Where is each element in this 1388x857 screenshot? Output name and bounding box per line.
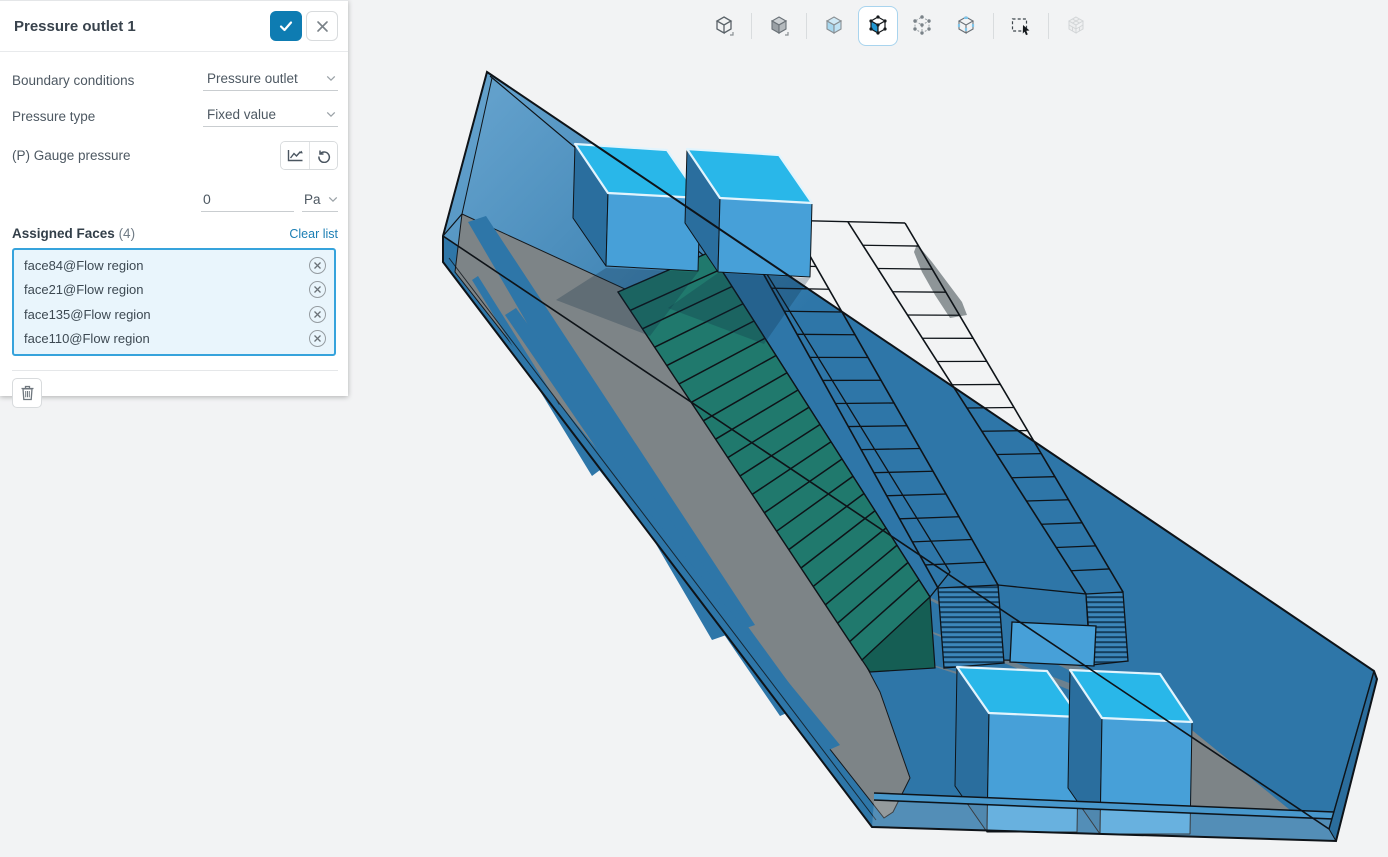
value-mode-buttons <box>280 141 338 170</box>
boundary-conditions-select[interactable]: Pressure outlet <box>203 69 338 91</box>
panel-header: Pressure outlet 1 <box>0 1 348 52</box>
field-label: Boundary conditions <box>12 73 134 88</box>
toolbar-separator <box>993 13 994 39</box>
delete-button[interactable] <box>12 378 42 408</box>
channel-end-faces <box>938 585 1128 668</box>
toolbar-separator <box>806 13 807 39</box>
table-input-button[interactable] <box>281 142 309 169</box>
remove-x-icon <box>313 334 322 343</box>
check-icon <box>278 18 294 34</box>
chart-line-icon <box>287 148 304 163</box>
mesh-cube-icon <box>1064 14 1088 38</box>
face-list-item: face21@Flow region <box>14 278 334 303</box>
shaded-cube-icon <box>767 14 791 38</box>
unit-select[interactable]: Pa <box>302 190 338 212</box>
remove-x-icon <box>313 310 322 319</box>
box-select-icon <box>1009 14 1033 38</box>
edge-select-button[interactable] <box>946 6 986 46</box>
chevron-down-icon <box>326 75 336 82</box>
pressure-type-select[interactable]: Fixed value <box>203 105 338 127</box>
chevron-down-icon <box>328 196 338 203</box>
transparent-view-button[interactable] <box>814 6 854 46</box>
face-select-button[interactable] <box>858 6 898 46</box>
remove-x-icon <box>313 285 322 294</box>
field-row: Pressure type Fixed value <box>12 98 338 134</box>
close-icon <box>316 20 329 33</box>
field-label: (P) Gauge pressure <box>12 148 131 163</box>
unit-value: Pa <box>304 192 321 207</box>
box-select-button[interactable] <box>1001 6 1041 46</box>
chevron-down-icon <box>326 111 336 118</box>
remove-face-button[interactable] <box>309 281 326 298</box>
face-list-item: face110@Flow region <box>14 327 334 352</box>
transparent-cube-icon <box>822 14 846 38</box>
face-name: face135@Flow region <box>24 307 151 322</box>
trash-icon <box>20 385 35 401</box>
toolbar-separator <box>1048 13 1049 39</box>
face-name: face110@Flow region <box>24 331 150 346</box>
remove-face-button[interactable] <box>309 330 326 347</box>
remove-face-button[interactable] <box>309 306 326 323</box>
select-value: Pressure outlet <box>207 71 298 86</box>
vertex-select-button[interactable] <box>902 6 942 46</box>
vertex-select-cube-icon <box>910 14 934 38</box>
face-select-cube-icon <box>866 14 890 38</box>
field-label: Pressure type <box>12 109 95 124</box>
remove-face-button[interactable] <box>309 257 326 274</box>
reset-value-button[interactable] <box>309 142 337 169</box>
boundary-condition-panel: Pressure outlet 1 Boundary conditions Pr… <box>0 0 348 396</box>
face-list-item: face84@Flow region <box>14 253 334 278</box>
remove-x-icon <box>313 261 322 270</box>
apply-button[interactable] <box>270 11 302 41</box>
page-title: Pressure outlet 1 <box>14 18 136 35</box>
mesh-view-button[interactable] <box>1056 6 1096 46</box>
panel-footer <box>12 370 338 416</box>
view-toolbar <box>704 6 1096 46</box>
assigned-faces-list: face84@Flow region face21@Flow region fa… <box>12 248 336 356</box>
isometric-view-button[interactable] <box>704 6 744 46</box>
shaded-view-button[interactable] <box>759 6 799 46</box>
field-row: Boundary conditions Pressure outlet <box>12 62 338 98</box>
select-value: Fixed value <box>207 107 276 122</box>
close-button[interactable] <box>306 11 338 41</box>
assigned-faces-count: (4) <box>119 226 136 241</box>
undo-icon <box>316 147 332 163</box>
clear-list-link[interactable]: Clear list <box>289 227 338 241</box>
face-name: face84@Flow region <box>24 258 143 273</box>
face-name: face21@Flow region <box>24 282 143 297</box>
edge-select-cube-icon <box>954 14 978 38</box>
face-list-item: face135@Flow region <box>14 302 334 327</box>
isometric-cube-icon <box>712 14 736 38</box>
gauge-value-row: Pa <box>12 176 338 212</box>
gauge-pressure-row: (P) Gauge pressure <box>12 136 338 174</box>
assigned-faces-label: Assigned Faces <box>12 226 115 241</box>
toolbar-separator <box>751 13 752 39</box>
assigned-faces-header: Assigned Faces (4) Clear list <box>12 226 338 241</box>
gauge-pressure-input[interactable] <box>201 189 294 212</box>
